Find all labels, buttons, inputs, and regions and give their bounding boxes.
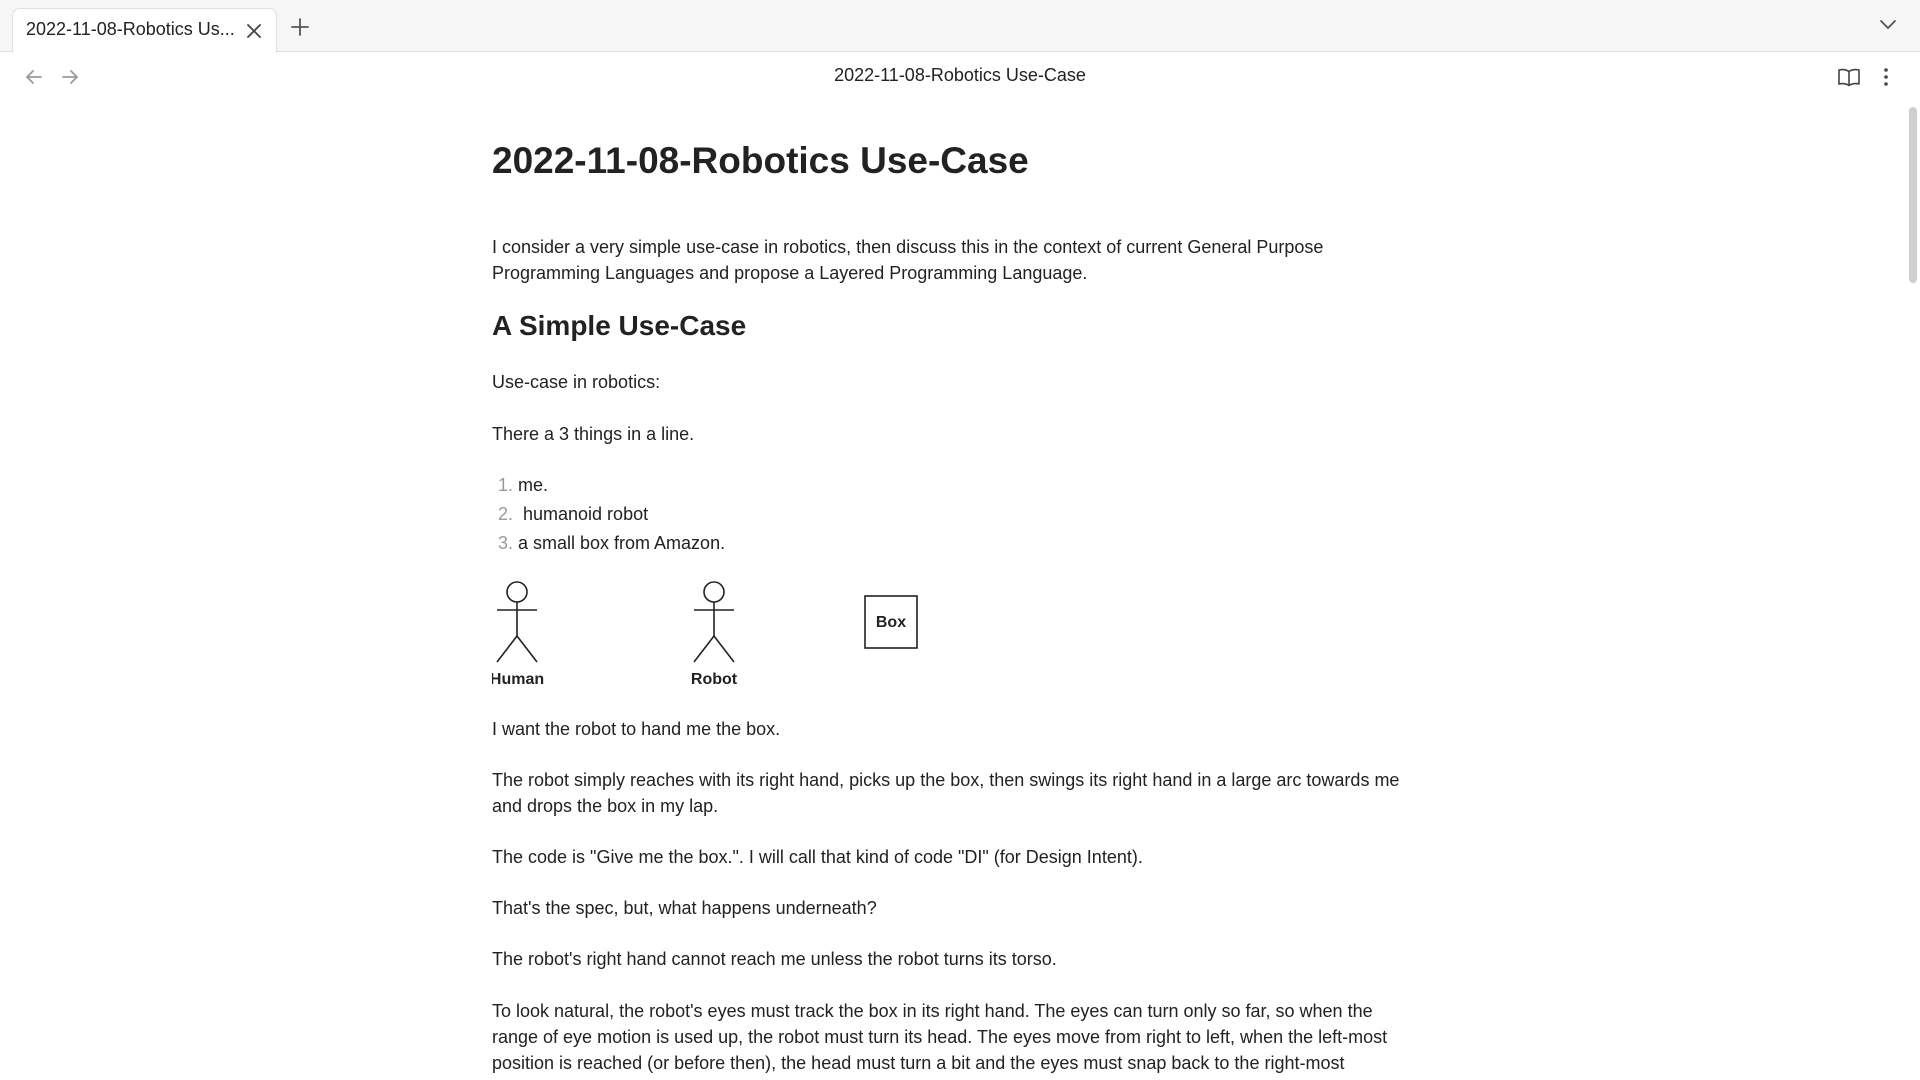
tab-strip: 2022-11-08-Robotics Us... [0,0,1920,53]
paragraph-reach-line-2: and drops the box in my lap. [492,796,719,816]
robot-label: Robot [691,671,738,688]
view-title[interactable]: 2022-11-08-Robotics Use-Case [0,65,1920,86]
intro-line-1: I consider a very simple use-case in rob… [492,237,1324,257]
paragraph-torso: The robot's right hand cannot reach me u… [492,949,1057,969]
human-label: Human [492,671,544,688]
list-text: a small box from Amazon. [518,533,726,553]
paragraph-eyes-line-3: position is reached (or before then), th… [492,1053,1345,1073]
paragraph-things: There a 3 things in a line. [492,424,695,444]
list-number: 1. [498,475,514,495]
view-header: 2022-11-08-Robotics Use-Case [0,53,1920,101]
paragraph-usecase: Use-case in robotics: [492,372,661,392]
paragraph-spec: That's the spec, but, what happens under… [492,898,877,918]
list-text: me. [518,475,549,495]
use-case-diagram: Human Robot Box [492,581,918,688]
note-title: 2022-11-08-Robotics Use-Case [492,140,1029,181]
more-vertical-icon[interactable] [1876,66,1896,88]
section-heading: A Simple Use-Case [492,310,747,341]
paragraph-eyes-line-2: range of eye motion is used up, the robo… [492,1027,1388,1047]
tab-title: 2022-11-08-Robotics Us... [26,19,235,39]
paragraph-want: I want the robot to hand me the box. [492,719,781,739]
tab-active[interactable]: 2022-11-08-Robotics Us... [12,8,277,53]
paragraph-code: The code is "Give me the box.". I will c… [492,847,1143,867]
book-open-icon[interactable] [1837,66,1861,88]
paragraph-reach-line-1: The robot simply reaches with its right … [492,770,1400,790]
close-icon[interactable] [244,21,264,41]
intro-line-2: Programming Languages and propose a Laye… [492,263,1088,283]
paragraph-eyes-line-1: To look natural, the robot's eyes must t… [492,1001,1373,1021]
plus-icon[interactable] [288,15,312,39]
list-number: 2. [498,504,514,524]
box-label: Box [876,614,906,631]
chevron-down-icon[interactable] [1878,18,1898,32]
list-number: 3. [498,533,514,553]
robot-stick-figure [693,581,735,663]
human-stick-figure [496,581,538,663]
list-text: humanoid robot [518,504,649,524]
scrollbar-thumb[interactable] [1909,107,1917,283]
